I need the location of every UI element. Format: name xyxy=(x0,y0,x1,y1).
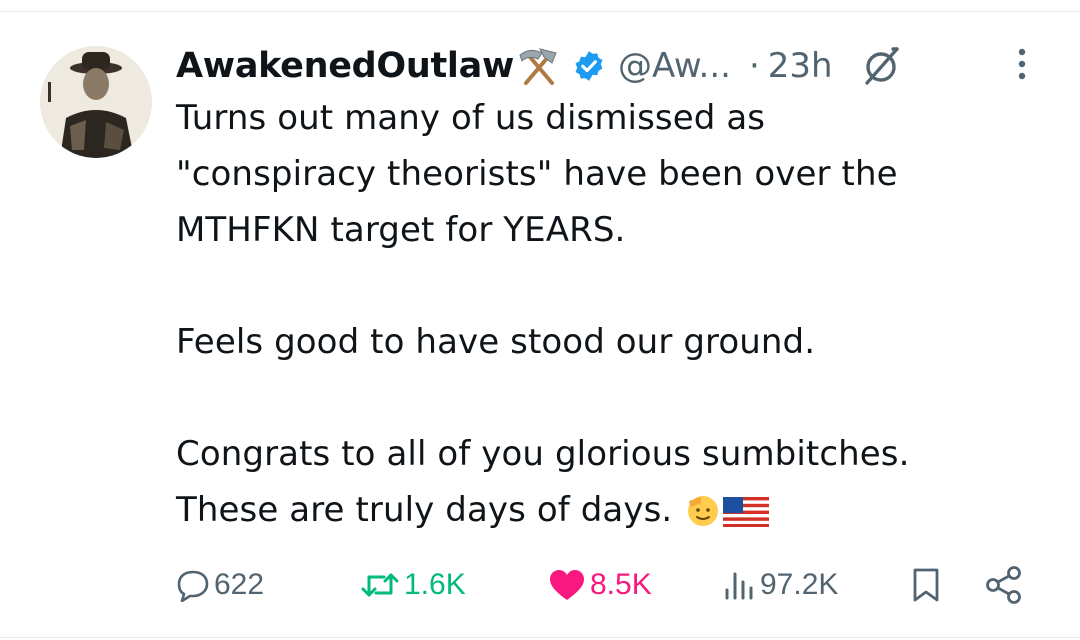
views-count: 97.2K xyxy=(760,568,839,601)
tweet-text: Turns out many of us dismissed as "consp… xyxy=(176,90,1046,546)
action-bar: 622 1.6K 8.5K 97.2K xyxy=(0,556,1080,614)
tweet-header: AwakenedOutlaw @Aw... · 23h xyxy=(176,38,905,94)
hammer-and-pick-emoji xyxy=(516,43,562,89)
like-button[interactable]: 8.5K xyxy=(548,556,652,614)
us-flag-emoji xyxy=(723,490,770,546)
more-options-icon[interactable] xyxy=(1010,44,1034,84)
reply-count: 622 xyxy=(214,568,265,601)
retweet-count: 1.6K xyxy=(404,568,466,601)
share-icon xyxy=(984,565,1024,605)
timestamp[interactable]: 23h xyxy=(768,46,833,86)
heart-icon xyxy=(548,568,586,602)
separator-dot: · xyxy=(748,46,760,86)
saluting-face-emoji xyxy=(683,489,723,546)
bottom-divider xyxy=(0,637,1080,638)
bookmark-icon xyxy=(910,567,942,603)
grok-icon[interactable] xyxy=(859,43,905,89)
reply-icon xyxy=(176,568,210,602)
tweet-line: MTHFKN target for YEARS. xyxy=(176,210,626,250)
verified-badge-icon[interactable] xyxy=(572,49,606,83)
author-handle[interactable]: @Aw... xyxy=(618,46,731,86)
retweet-icon xyxy=(360,568,400,602)
tweet-line: Congrats to all of you glorious sumbitch… xyxy=(176,434,910,474)
tweet-line: Turns out many of us dismissed as xyxy=(176,98,766,138)
retweet-button[interactable]: 1.6K xyxy=(360,556,466,614)
tweet-last-line: These are truly days of days. xyxy=(176,482,1046,546)
reply-button[interactable]: 622 xyxy=(176,556,264,614)
like-count: 8.5K xyxy=(590,568,652,601)
bookmark-button[interactable] xyxy=(910,556,942,614)
tweet-line: These are truly days of days. xyxy=(176,490,673,530)
author-display-name[interactable]: AwakenedOutlaw xyxy=(176,46,514,86)
tweet-line: "conspiracy theorists" have been over th… xyxy=(176,154,898,194)
tweet-line: Feels good to have stood our ground. xyxy=(176,322,816,362)
views-button[interactable]: 97.2K xyxy=(722,556,838,614)
avatar[interactable] xyxy=(40,46,152,158)
share-button[interactable] xyxy=(984,556,1024,614)
top-divider xyxy=(0,11,1080,12)
views-icon xyxy=(722,568,756,602)
